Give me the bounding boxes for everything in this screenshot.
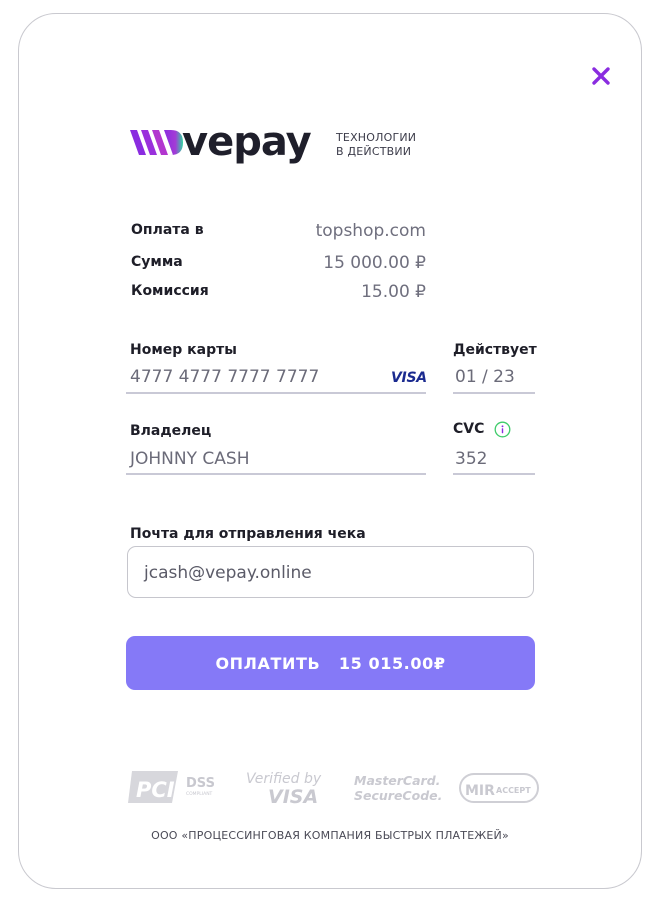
merchant-label: Оплата в [131,222,204,238]
tagline-line1: ТЕХНОЛОГИИ [336,131,417,144]
mastercard-text: MasterCard. [354,773,440,788]
verified-by-visa-badge: Verified by VISA [246,771,322,808]
amount-value: 15 000.00 ₽ [323,253,426,273]
mir-text: MIR [465,783,495,799]
holder-label: Владелец [130,423,212,439]
card-number-label: Номер карты [130,342,237,358]
email-input[interactable]: jcash@vepay.online [127,546,534,598]
expiry-underline [453,392,535,394]
visa-logo-icon: VISA [391,370,427,386]
holder-underline [126,473,426,475]
pci-text: PCI [136,778,175,802]
merchant-value: topshop.com [315,221,426,241]
pay-button[interactable]: ОПЛАТИТЬ 15 015.00₽ [126,636,535,690]
pay-button-label: ОПЛАТИТЬ [215,653,321,673]
securecode-text: SecureCode. [354,788,442,803]
expiry-input[interactable]: 01 / 23 [455,367,515,387]
logo-text: vepay [182,122,312,165]
accept-text: ACCEPT [496,786,531,795]
brand-tagline: ТЕХНОЛОГИИ В ДЕЙСТВИИ [336,131,416,159]
fee-label: Комиссия [131,283,209,299]
holder-input[interactable]: JOHNNY CASH [130,449,249,469]
vepay-logo: vepay [130,122,313,165]
card-number-underline [126,392,426,394]
cvc-input[interactable]: 352 [455,449,487,469]
expiry-label: Действует [453,342,537,358]
amount-label: Сумма [131,254,183,270]
tagline-line2: В ДЕЙСТВИИ [336,145,412,158]
pci-dss-badge: PCI DSS COMPLIANT [128,771,215,803]
cvc-underline [453,473,535,475]
info-icon[interactable] [494,421,511,438]
card-number-input[interactable]: 4777 4777 7777 7777 [130,367,319,387]
verified-visa-text: VISA [268,786,318,808]
company-footer: ООО «ПРОЦЕССИНГОВАЯ КОМПАНИЯ БЫСТРЫХ ПЛА… [151,829,509,842]
cvc-label: CVC [453,421,485,437]
mastercard-securecode-badge: MasterCard. SecureCode. [354,773,442,803]
security-badges: PCI DSS COMPLIANT Verified by VISA Maste… [128,771,539,808]
verified-text: Verified by [246,771,322,787]
dss-text: DSS [186,776,215,791]
email-label: Почта для отправления чека [130,526,366,542]
close-icon[interactable] [589,64,613,88]
pay-button-amount: 15 015.00₽ [338,653,446,673]
fee-value: 15.00 ₽ [361,282,426,302]
payment-card [18,13,642,889]
compliant-text: COMPLIANT [186,791,213,797]
mir-accept-badge: MIR ACCEPT [459,773,539,803]
